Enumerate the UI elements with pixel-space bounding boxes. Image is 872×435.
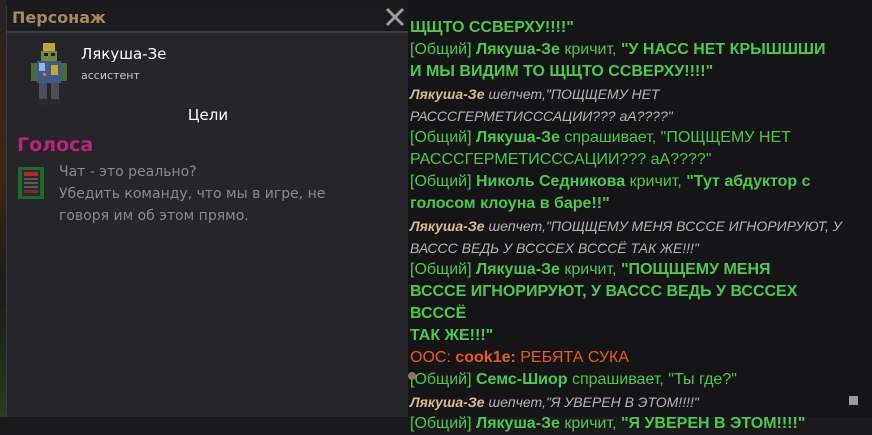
character-sprite-avatar	[27, 41, 71, 109]
chat-line: [Общий] Лякуша-Зе кричит, "У НАСС НЕТ КР…	[410, 39, 854, 61]
objectives-heading: Цели	[187, 106, 229, 124]
whisper-text: шепчет,"ПОЩЩЕМУ НЕТ	[484, 86, 660, 102]
ooc-text: РЕБЯТА СУКА	[515, 349, 630, 366]
whisper-text: РАСССГЕРМЕТИСССАЦИИ??? аА????"	[410, 108, 673, 124]
chat-line-ooc: OOC: cook1e: РЕБЯТА СУКА	[410, 347, 854, 369]
channel-tag: [Общий]	[410, 415, 476, 432]
speaker-name[interactable]: Лякуша-Зе	[476, 415, 560, 432]
message-text: "Ты где?"	[668, 371, 737, 388]
channel-tag: [Общий]	[410, 41, 476, 58]
message-text: ВСССЕ ИГНОРИРУЮТ, У ВАССС ВЕДЬ У ВСССЕХ …	[410, 283, 798, 322]
chat-line: РАСССГЕРМЕТИСССАЦИИ??? аА????"	[410, 149, 854, 171]
ooc-tag: OOC:	[410, 349, 456, 366]
window-title: Персонаж	[12, 8, 106, 27]
speaker-name[interactable]: Лякуша-Зе	[476, 261, 560, 278]
chat-line: [Общий] Семс-Шиор спрашивает, "Ты где?"	[410, 369, 854, 391]
speaker-name[interactable]: Лякуша-Зе	[410, 86, 485, 102]
ooc-speaker[interactable]: cook1e:	[455, 349, 515, 366]
chat-line: [Общий] Лякуша-Зе спрашивает, "ПОЩЩЕМУ Н…	[410, 127, 854, 149]
speech-verb: спрашивает,	[559, 129, 661, 146]
character-window: Персонаж Лякуша-Зе ассистент Цели Голоса…	[6, 5, 409, 417]
speech-verb: кричит,	[625, 173, 687, 190]
message-text: И МЫ ВИДИМ ТО ЩЩТО ССВЕРХУ!!!!"	[410, 63, 714, 80]
chat-line: И МЫ ВИДИМ ТО ЩЩТО ССВЕРХУ!!!!"	[410, 61, 854, 83]
chat-line: ВСССЕ ИГНОРИРУЮТ, У ВАССС ВЕДЬ У ВСССЕХ …	[410, 281, 854, 325]
character-job: ассистент	[81, 69, 140, 82]
message-text: "Тут абдуктор с	[686, 173, 811, 190]
message-text: "ПОЩЩЕМУ МЕНЯ	[620, 261, 771, 278]
speech-verb: кричит,	[559, 415, 621, 432]
chat-line: [Общий] Николь Седникова кричит, "Тут аб…	[410, 171, 854, 193]
chat-line-whisper: РАСССГЕРМЕТИСССАЦИИ??? аА????"	[410, 105, 854, 127]
whisper-text: ВАССС ВЕДЬ У ВСССЕХ ВСССЁ ТАК ЖЕ!!!"	[410, 240, 699, 256]
mouse-cursor-icon	[407, 366, 417, 380]
message-text: "ПОЩЩЕМУ НЕТ	[660, 129, 791, 146]
speech-verb: спрашивает,	[567, 371, 669, 388]
chat-line: голосом клоуна в баре!!"	[410, 193, 854, 215]
chat-line: [Общий] Лякуша-Зе кричит, "Я УВЕРЕН В ЭТ…	[410, 413, 854, 435]
channel-tag: [Общий]	[410, 261, 476, 278]
speaker-name[interactable]: Лякуша-Зе	[476, 41, 560, 58]
message-text: голосом клоуна в баре!!"	[410, 195, 610, 212]
speaker-name[interactable]: Лякуша-Зе	[410, 394, 485, 410]
objective-text: Чат - это реально? Убедить команду, что …	[59, 161, 389, 227]
speaker-name[interactable]: Лякуша-Зе	[476, 129, 560, 146]
message-text: ТАК ЖЕ!!!"	[410, 327, 494, 344]
close-icon[interactable]	[383, 5, 407, 29]
chat-panel[interactable]: ЩЩТО ССВЕРХУ!!!!" [Общий] Лякуша-Зе крич…	[408, 0, 872, 432]
objective-item-icon	[18, 167, 44, 199]
whisper-text: шепчет,"ПОЩЩЕМУ МЕНЯ ВСССЕ ИГНОРИРУЮТ, У	[484, 218, 842, 234]
character-name: Лякуша-Зе	[81, 45, 167, 63]
chat-line-whisper: Лякуша-Зе шепчет,"ПОЩЩЕМУ НЕТ	[410, 83, 854, 105]
channel-tag: [Общий]	[410, 173, 476, 190]
channel-tag: [Общий]	[410, 129, 476, 146]
chat-line: ТАК ЖЕ!!!"	[410, 325, 854, 347]
message-text: РАСССГЕРМЕТИСССАЦИИ??? аА????"	[410, 151, 712, 168]
whisper-text: шепчет,"Я УВЕРЕН В ЭТОМ!!!!"	[484, 394, 699, 410]
chat-scroll-thumb[interactable]	[849, 396, 858, 405]
speaker-name[interactable]: Семс-Шиор	[476, 371, 568, 388]
message-text: "У НАСС НЕТ КРЫШШШИ	[620, 41, 826, 58]
chat-line-whisper: Лякуша-Зе шепчет,"Я УВЕРЕН В ЭТОМ!!!!"	[410, 391, 854, 413]
message-text: ЩЩТО ССВЕРХУ!!!!"	[410, 19, 574, 36]
objective-line: Чат - это реально?	[59, 164, 197, 180]
chat-line-whisper: ВАССС ВЕДЬ У ВСССЕХ ВСССЁ ТАК ЖЕ!!!"	[410, 237, 854, 259]
chat-log: ЩЩТО ССВЕРХУ!!!!" [Общий] Лякуша-Зе крич…	[410, 17, 854, 435]
antag-section-title: Голоса	[17, 134, 94, 156]
speaker-name[interactable]: Лякуша-Зе	[410, 218, 485, 234]
objective-line: говоря им об этом прямо.	[59, 208, 249, 224]
message-text: "Я УВЕРЕН В ЭТОМ!!!!"	[620, 415, 806, 432]
window-titlebar[interactable]: Персонаж	[7, 5, 409, 33]
speech-verb: кричит,	[559, 41, 621, 58]
speaker-name[interactable]: Николь Седникова	[476, 173, 625, 190]
objective-line: Убедить команду, что мы в игре, не	[59, 186, 326, 202]
chat-line: ЩЩТО ССВЕРХУ!!!!"	[410, 17, 854, 39]
chat-line-whisper: Лякуша-Зе шепчет,"ПОЩЩЕМУ МЕНЯ ВСССЕ ИГН…	[410, 215, 854, 237]
speech-verb: кричит,	[559, 261, 621, 278]
chat-line: [Общий] Лякуша-Зе кричит, "ПОЩЩЕМУ МЕНЯ	[410, 259, 854, 281]
channel-tag: [Общий]	[410, 371, 476, 388]
